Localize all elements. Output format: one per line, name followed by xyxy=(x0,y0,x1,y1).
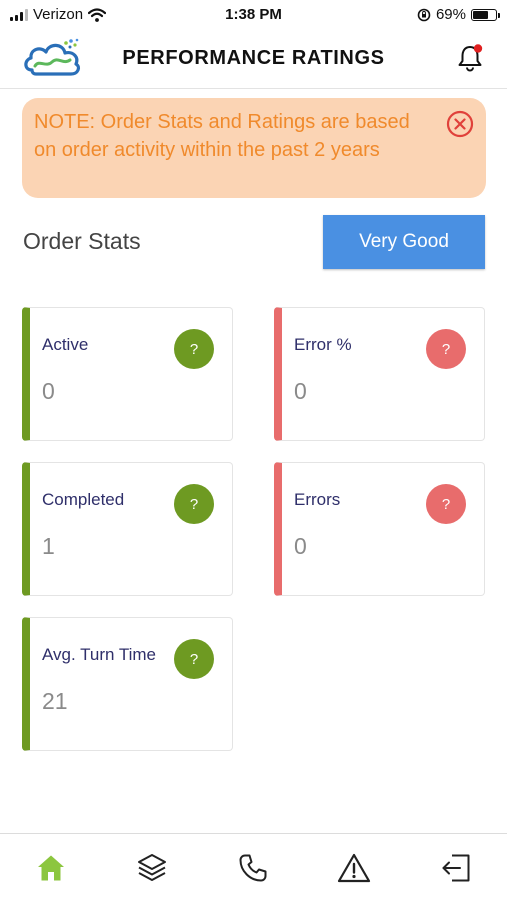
status-bar-right: 69% xyxy=(417,6,500,23)
nav-home[interactable] xyxy=(34,851,68,885)
order-stats-title: Order Stats xyxy=(23,228,141,254)
stat-label: Completed xyxy=(42,490,125,509)
nav-alerts[interactable] xyxy=(337,851,371,885)
stat-card-avg-turn-time: Avg. Turn Time 21 ? xyxy=(22,617,233,751)
nav-layers[interactable] xyxy=(135,851,169,885)
nav-phone[interactable] xyxy=(236,851,270,885)
stat-value: 1 xyxy=(42,533,55,559)
warning-icon xyxy=(337,853,371,883)
battery-icon xyxy=(471,8,500,21)
battery-level xyxy=(473,10,488,19)
stat-card-errors: Errors 0 ? xyxy=(274,462,485,596)
close-circle-icon[interactable] xyxy=(446,110,474,138)
stat-value: 0 xyxy=(294,533,307,559)
layers-icon xyxy=(138,854,166,881)
help-icon[interactable]: ? xyxy=(426,329,466,369)
phone-icon xyxy=(239,854,267,882)
app-header: PERFORMANCE RATINGS xyxy=(0,30,507,89)
rating-button[interactable]: Very Good xyxy=(323,215,485,269)
stat-label: Error % xyxy=(294,335,352,354)
bottom-nav xyxy=(0,833,507,901)
battery-percent: 69% xyxy=(435,6,466,23)
note-text: NOTE: Order Stats and Ratings are based … xyxy=(34,111,410,161)
help-icon[interactable]: ? xyxy=(174,484,214,524)
stat-card-error-percent: Error % 0 ? xyxy=(274,307,485,441)
help-icon[interactable]: ? xyxy=(174,329,214,369)
nav-logout[interactable] xyxy=(439,851,473,885)
help-icon[interactable]: ? xyxy=(174,639,214,679)
page-title: PERFORMANCE RATINGS xyxy=(122,47,385,69)
home-icon xyxy=(38,855,64,881)
stat-label: Avg. Turn Time xyxy=(42,645,157,664)
stat-label: Errors xyxy=(294,490,341,509)
stat-card-completed: Completed 1 ? xyxy=(22,462,233,596)
logout-icon xyxy=(442,854,470,882)
help-icon[interactable]: ? xyxy=(426,484,466,524)
stat-value: 21 xyxy=(42,688,68,714)
orientation-lock-icon xyxy=(417,8,431,21)
status-bar: Verizon 1:38 PM 69% xyxy=(0,0,507,30)
note-banner: NOTE: Order Stats and Ratings are based … xyxy=(22,98,486,198)
bell-icon[interactable] xyxy=(455,43,485,73)
stat-value: 0 xyxy=(42,378,55,404)
stat-value: 0 xyxy=(294,378,307,404)
notification-dot xyxy=(473,44,483,53)
stat-card-active: Active 0 ? xyxy=(22,307,233,441)
stat-label: Active xyxy=(42,335,89,354)
